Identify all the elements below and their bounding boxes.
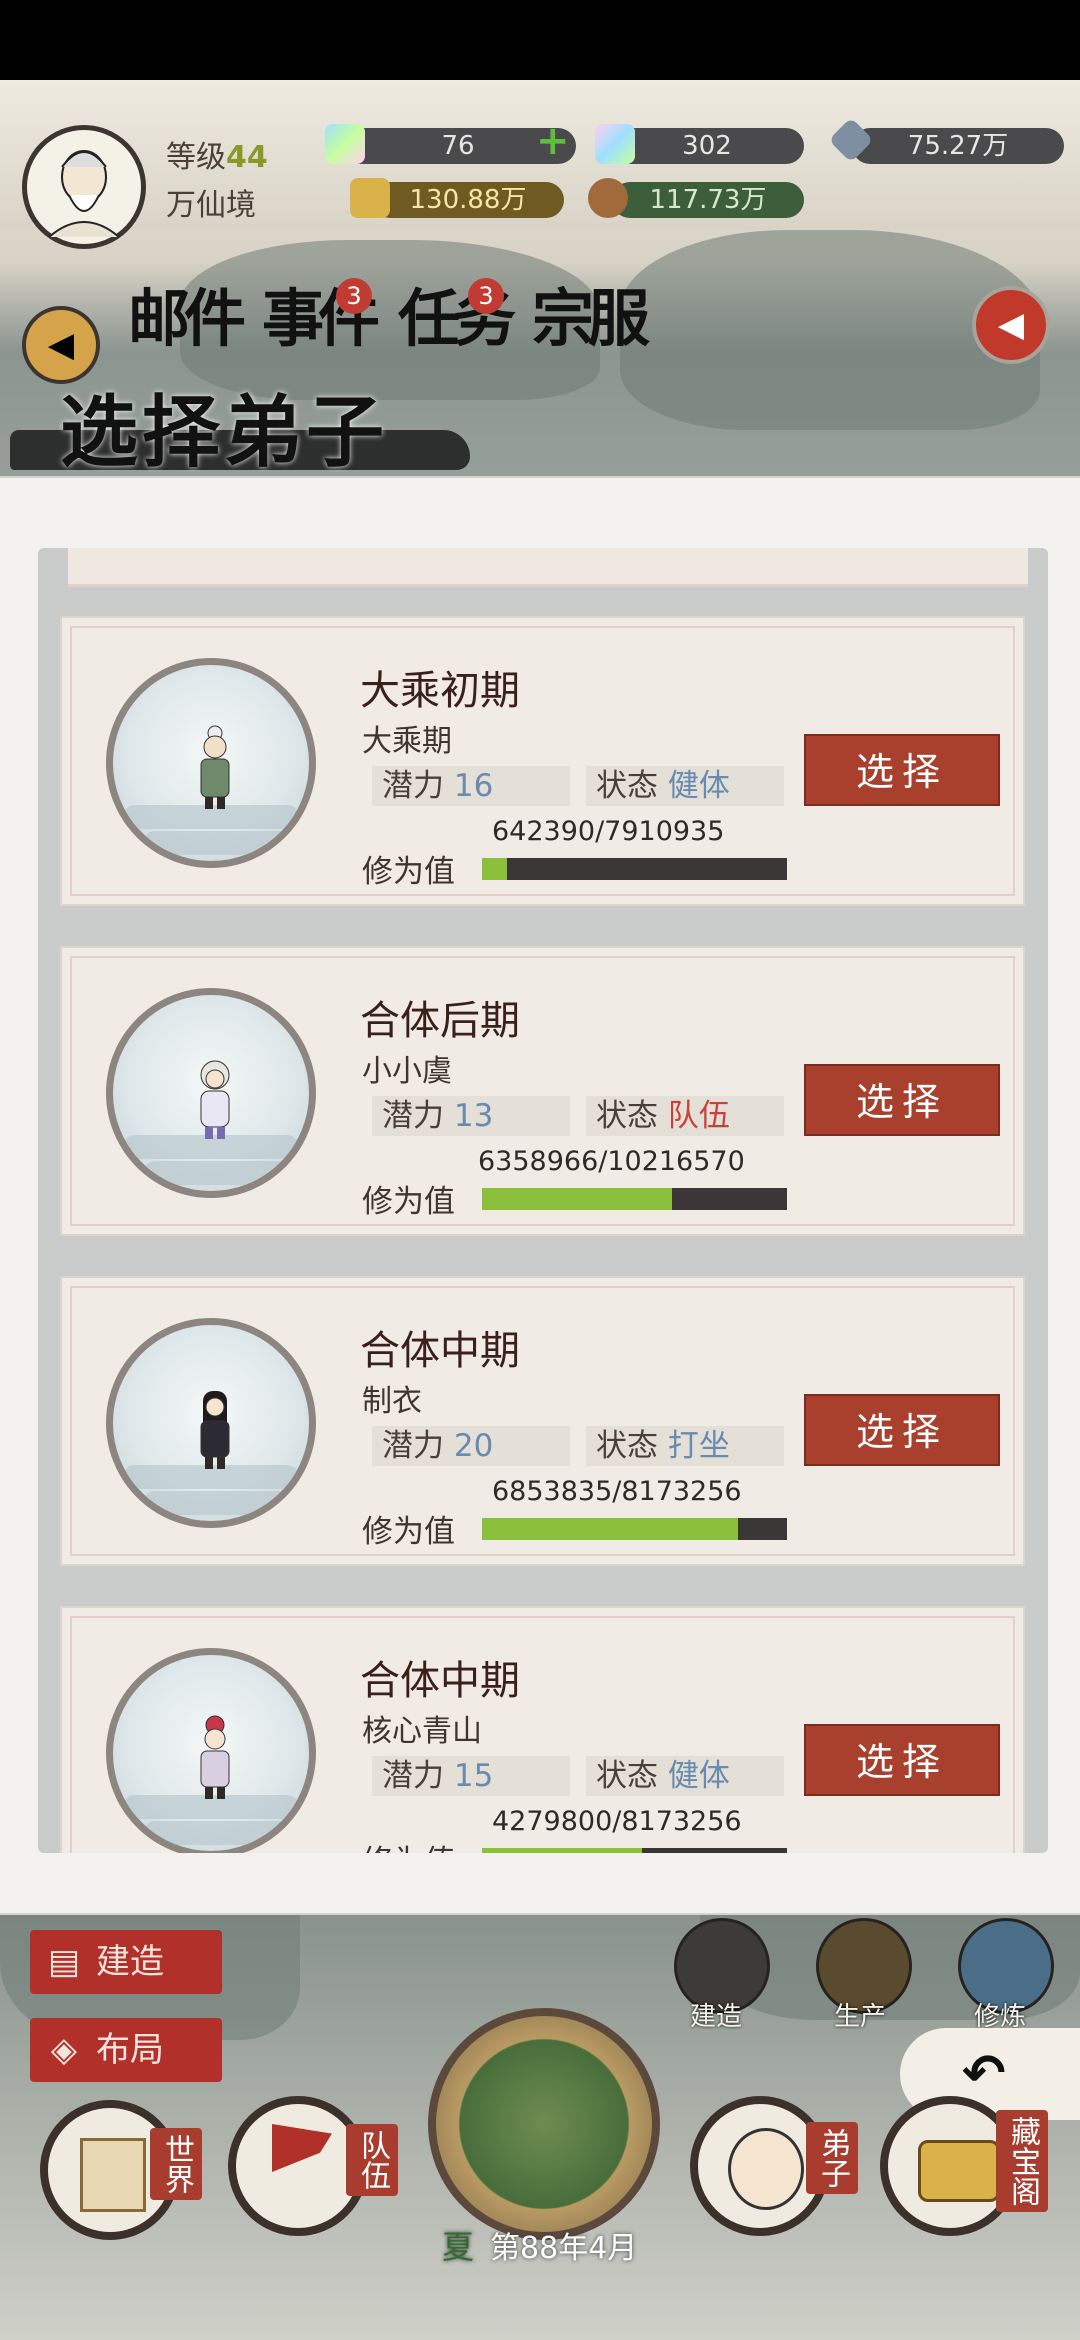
build-icon: ▤ (47, 1942, 81, 1982)
build-button[interactable]: ▤ 建造 (30, 1930, 222, 1994)
cultivation-label: 修为值 (362, 1514, 455, 1550)
select-button[interactable]: 选择 (804, 734, 1000, 806)
page-title: 选择弟子 (60, 387, 389, 478)
ore-counter: 75.27万 (852, 128, 1064, 164)
potential-stat: 潜力 15 (372, 1756, 570, 1796)
game-date: 夏第88年4月 (442, 2228, 638, 2266)
flag-icon (272, 2124, 332, 2172)
disciple-card: 大乘初期 大乘期 潜力 16 状态 健体 642390/7910935 修为值 … (60, 616, 1025, 906)
potential-stat: 潜力 13 (372, 1096, 570, 1136)
cultivation-progress-fill (482, 858, 507, 880)
events-badge: 3 (336, 278, 372, 314)
jade-counter: 302 (610, 128, 804, 164)
disciple-name: 制衣 (362, 1384, 422, 1419)
player-avatar[interactable] (22, 125, 146, 249)
cultivation-value: 642390/7910935 (492, 816, 725, 847)
status-stat: 状态 健体 (586, 766, 784, 806)
disciple-rank: 合体中期 (360, 1658, 520, 1704)
treasure-icon (918, 2140, 1000, 2202)
mountain-disciple-icon (200, 1715, 230, 1799)
status-stat: 状态 打坐 (586, 1426, 784, 1466)
tailor-disciple-icon (200, 1391, 230, 1469)
left-arrow-icon: ◀ (47, 325, 75, 365)
scroll-map-icon (80, 2138, 146, 2212)
side-produce-label: 生产 (834, 2002, 887, 2032)
select-button[interactable]: 选择 (804, 1064, 1000, 1136)
sect-tree-emblem[interactable] (428, 2008, 660, 2240)
disciple-card: 合体中期 制衣 潜力 20 状态 打坐 6853835/8173256 修为值 … (60, 1276, 1025, 1566)
elder-disciple-icon (200, 725, 230, 809)
player-level: 等级44 (166, 140, 268, 175)
spirit-stone-icon (325, 124, 365, 164)
cultivation-progress-fill (482, 1188, 672, 1210)
return-icon: ↶ (962, 2044, 1006, 2104)
mail-button[interactable]: 邮件 (128, 268, 246, 358)
cultivation-progress-fill (482, 1848, 642, 1853)
disciple-card: 合体中期 核心青山 潜力 15 状态 健体 4279800/8173256 修为… (60, 1606, 1025, 1853)
cultivation-label: 修为值 (362, 854, 455, 890)
cultivation-label: 修为值 (362, 1184, 455, 1220)
food-icon (588, 178, 628, 218)
sect-button[interactable]: 宗服 (532, 268, 650, 358)
cultivation-progress-fill (482, 1518, 738, 1540)
cultivation-progress-bar (482, 858, 787, 880)
cultivation-value: 6358966/10216570 (478, 1146, 745, 1177)
cultivation-progress-bar (482, 1188, 787, 1210)
cultivation-value: 4279800/8173256 (492, 1806, 742, 1837)
world-label: 世界 (150, 2128, 202, 2200)
cultivation-value: 6853835/8173256 (492, 1476, 742, 1507)
tasks-badge: 3 (468, 278, 504, 314)
cultivation-progress-bar (482, 1518, 787, 1540)
player-realm: 万仙境 (166, 188, 256, 223)
disciple-portrait (106, 1318, 316, 1528)
cultivation-label: 修为值 (362, 1836, 455, 1853)
cultivation-progress-bar (482, 1848, 787, 1853)
disciple-head-icon (728, 2128, 804, 2210)
girl-disciple-icon (200, 1060, 230, 1139)
left-arrow-icon: ◀ (997, 305, 1025, 345)
disciple-card: 合体后期 小小虞 潜力 13 状态 队伍 6358966/10216570 修为… (60, 946, 1025, 1236)
disciple-rank: 合体中期 (360, 1328, 520, 1374)
select-button[interactable]: 选择 (804, 1394, 1000, 1466)
team-label: 队伍 (346, 2124, 398, 2196)
card-stub (68, 548, 1028, 587)
potential-stat: 潜力 20 (372, 1426, 570, 1466)
select-button[interactable]: 选择 (804, 1724, 1000, 1796)
gold-icon (350, 178, 390, 218)
layout-button[interactable]: ◈ 布局 (30, 2018, 222, 2082)
disciple-portrait (106, 988, 316, 1198)
status-stat: 状态 健体 (586, 1756, 784, 1796)
treasury-label: 藏宝阁 (996, 2110, 1048, 2212)
status-stat: 状态 队伍 (586, 1096, 784, 1136)
add-spirit-stone-button[interactable]: + (536, 118, 570, 164)
status-bar (0, 0, 1080, 80)
game-screen: 等级44 万仙境 76 + 302 75.27万 130.88万 117.73万… (0, 0, 1080, 2340)
disciple-portrait (106, 1648, 316, 1853)
disciple-rank: 大乘初期 (360, 668, 520, 714)
elder-portrait-icon (48, 150, 120, 237)
layout-icon: ◈ (50, 2030, 78, 2070)
gold-counter: 130.88万 (372, 182, 564, 218)
disciple-rank: 合体后期 (360, 998, 520, 1044)
disciple-portrait (106, 658, 316, 868)
disciple-name: 小小虞 (362, 1054, 452, 1089)
potential-stat: 潜力 16 (372, 766, 570, 806)
disciple-list[interactable]: 大乘初期 大乘期 潜力 16 状态 健体 642390/7910935 修为值 … (38, 548, 1048, 1853)
side-build-label: 建造 (690, 2002, 743, 2032)
food-counter: 117.73万 (612, 182, 804, 218)
disciple-name: 大乘期 (362, 724, 452, 759)
disciple-name: 核心青山 (362, 1714, 482, 1749)
nav-right-arrow[interactable]: ◀ (972, 286, 1050, 364)
disciples-label: 弟子 (806, 2122, 858, 2194)
jade-icon (595, 124, 635, 164)
